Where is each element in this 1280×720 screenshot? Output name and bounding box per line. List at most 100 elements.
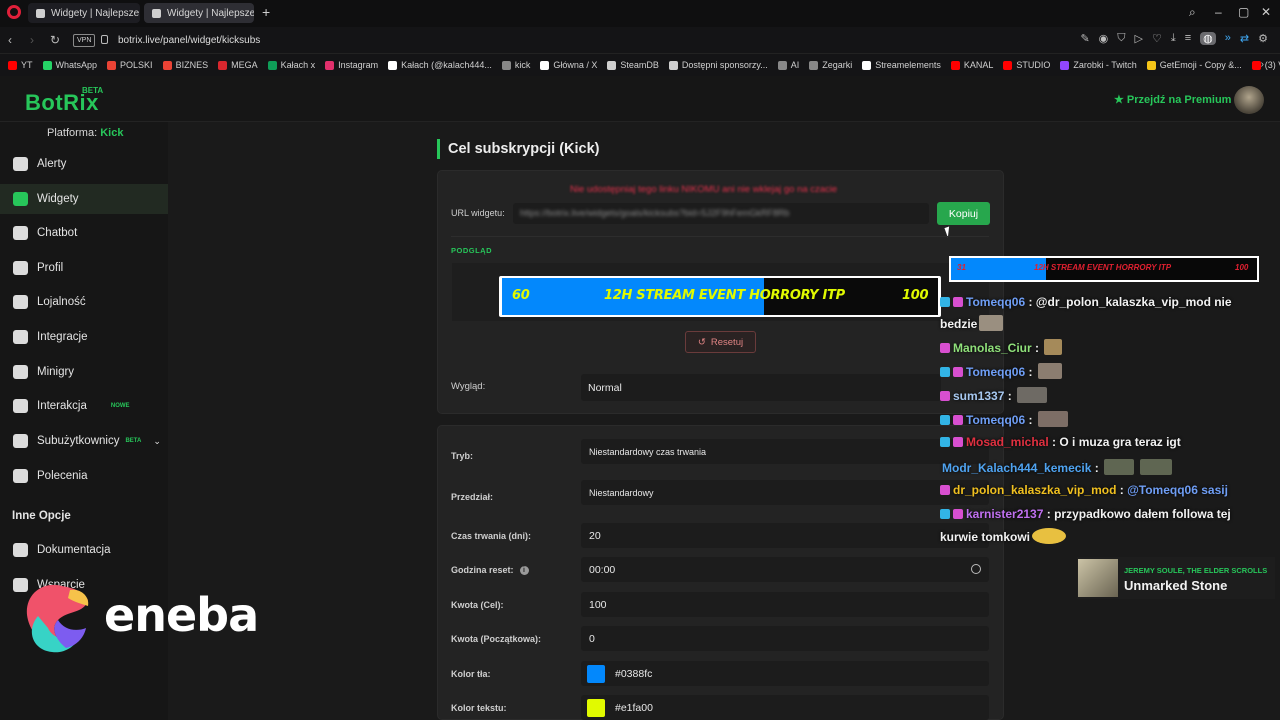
bookmark-icon <box>1003 60 1013 70</box>
platform-label: Platforma: <box>47 127 98 139</box>
premium-label: Przejdź na Premium <box>1126 94 1232 106</box>
range-select[interactable]: Niestandardowy <box>581 480 989 505</box>
bookmark-item[interactable]: STUDIO <box>1003 60 1050 70</box>
play-icon[interactable]: ▷ <box>1135 32 1143 45</box>
vip-badge-icon <box>953 415 963 425</box>
sidebar-item-lojalnosc[interactable]: Lojalność <box>0 287 168 317</box>
minimize-icon[interactable]: – <box>1215 5 1222 19</box>
bookmark-item[interactable]: Kałach (@kalach444... <box>388 60 492 70</box>
look-select[interactable]: Normal <box>581 374 941 401</box>
mode-select[interactable]: Niestandardowy czas trwania <box>581 439 989 464</box>
chat-message: Manolas_Ciur : <box>940 339 1063 355</box>
extension-icon[interactable]: » <box>1225 32 1231 45</box>
bookmark-item[interactable]: Streamelements <box>862 60 941 70</box>
avatar[interactable] <box>1234 86 1264 114</box>
bookmark-icon <box>540 60 550 70</box>
bookmark-item[interactable]: Zegarki <box>809 60 852 70</box>
address-bar: ‹ › ↻ VPN botrix.live/panel/widget/kicks… <box>0 27 1280 54</box>
bookmark-icon <box>388 60 398 70</box>
sub-badge-icon <box>940 509 950 519</box>
sidebar-item-label: Polecenia <box>37 470 88 482</box>
close-icon[interactable]: ✕ <box>1261 5 1271 19</box>
chat-message: dr_polon_kalaszka_vip_mod : @Tomeqq06 sa… <box>940 483 1228 497</box>
bookmark-item[interactable]: YT <box>8 60 33 70</box>
sidebar-item-polecenia[interactable]: Polecenia <box>0 461 168 491</box>
maximize-icon[interactable]: ▢ <box>1238 5 1249 19</box>
vip-badge-icon <box>953 509 963 519</box>
shield-icon[interactable]: ⛉ <box>1117 32 1125 45</box>
bg-color-swatch[interactable] <box>587 665 605 683</box>
download-icon[interactable]: ⤓ <box>1171 32 1176 45</box>
bookmark-item[interactable]: MEGA <box>218 60 258 70</box>
bookmark-item[interactable]: BIZNES <box>162 60 208 70</box>
target-label: Kwota (Cel): <box>451 600 504 610</box>
sidebar-item-label: Chatbot <box>37 227 78 239</box>
bookmark-item[interactable]: SteamDB <box>607 60 659 70</box>
beta-badge: BETA <box>125 438 142 444</box>
info-icon[interactable]: i <box>519 565 529 575</box>
camera-icon[interactable]: ◉ <box>1099 32 1109 45</box>
clock-icon[interactable] <box>971 564 981 574</box>
bookmark-item[interactable]: (3) Vikings, Dont wa... <box>1251 60 1280 70</box>
heart-icon[interactable]: ♡ <box>1152 32 1162 45</box>
lock-icon[interactable] <box>101 35 108 44</box>
sidebar-item-chatbot[interactable]: Chatbot <box>0 218 168 248</box>
sidebar-item-alerty[interactable]: Alerty <box>0 149 168 179</box>
chevron-down-icon[interactable]: ⌄ <box>153 436 161 447</box>
menu-icon[interactable]: ≡ <box>1185 32 1191 45</box>
target-input[interactable]: 100 <box>581 592 989 617</box>
widget-url-field[interactable]: https://botrix.live/widgets/goals/kicksu… <box>513 203 929 224</box>
bookmark-item[interactable]: POLSKI <box>107 60 153 70</box>
new-tab-icon[interactable]: + <box>262 4 270 20</box>
sidebar-item-label: Widgety <box>37 193 79 205</box>
opera-logo-icon[interactable] <box>7 5 21 19</box>
translate-icon[interactable]: ⇄ <box>1240 32 1249 45</box>
sidebar-item-integracje[interactable]: Integracje <box>0 322 168 352</box>
settings-icon[interactable]: ⚙ <box>1258 32 1268 45</box>
back-icon[interactable]: ‹ <box>8 33 12 47</box>
bookmark-item[interactable]: Główna / X <box>540 60 597 70</box>
url-input[interactable]: botrix.live/panel/widget/kicksubs <box>118 35 260 46</box>
sidebar-item-dokumentacja[interactable]: Dokumentacja <box>0 535 168 565</box>
sidebar-item-widgety[interactable]: Widgety <box>0 184 168 214</box>
text-color-input[interactable]: #e1fa00 <box>581 695 989 720</box>
bookmarks-bar: YT WhatsApp POLSKI BIZNES MEGA Kałach x Instag… <box>0 54 1280 76</box>
bookmark-item[interactable]: Zarobki - Twitch <box>1060 60 1137 70</box>
reset-hour-input[interactable]: 00:00 <box>581 557 989 582</box>
more-bookmarks-icon[interactable]: › <box>1261 59 1264 70</box>
bookmark-item[interactable]: GetEmoji - Copy &... <box>1146 60 1242 70</box>
bookmark-item[interactable]: AI <box>777 60 799 70</box>
tab-title: Widgety | Najlepsze oprog <box>51 7 140 19</box>
bookmark-label: Dostępni sponsorzy... <box>681 60 768 70</box>
vip-badge-icon <box>940 391 950 401</box>
other-options-title: Inne Opcje <box>12 510 71 522</box>
bookmark-label: Zarobki - Twitch <box>1073 60 1137 70</box>
edit-icon[interactable]: ✎ <box>1080 32 1089 45</box>
profile-icon[interactable]: ◍ <box>1200 32 1216 45</box>
browser-tab[interactable]: Widgety | Najlepsze oprog <box>28 3 140 23</box>
bookmark-item[interactable]: WhatsApp <box>42 60 97 70</box>
text-color-swatch[interactable] <box>587 699 605 717</box>
chat-text: przypadkowo dałem followa tej <box>1054 507 1231 521</box>
bookmark-item[interactable]: Dostępni sponsorzy... <box>668 60 768 70</box>
reload-icon[interactable]: ↻ <box>50 33 60 47</box>
bookmark-item[interactable]: Kałach x <box>267 60 315 70</box>
sidebar-item-minigry[interactable]: Minigry <box>0 357 168 387</box>
sidebar-item-subuzytkownicy[interactable]: Subużytkownicy BETA ⌄ <box>0 426 168 456</box>
duration-input[interactable]: 20 <box>581 523 989 548</box>
start-input[interactable]: 0 <box>581 626 989 651</box>
vpn-badge[interactable]: VPN <box>73 34 96 47</box>
bookmark-item[interactable]: KANAL <box>950 60 993 70</box>
forward-icon[interactable]: › <box>30 33 34 47</box>
sidebar-item-interakcja[interactable]: Interakcja NOWE <box>0 391 168 421</box>
bookmark-item[interactable]: Instagram <box>325 60 378 70</box>
copy-button[interactable]: Kopiuj <box>937 202 990 225</box>
reset-button[interactable]: ↺ Resetuj <box>685 331 756 353</box>
text-color-label: Kolor tekstu: <box>451 703 507 713</box>
browser-tab-active[interactable]: Widgety | Najlepsze oprog <box>144 3 254 23</box>
premium-link[interactable]: ★ Przejdź na Premium <box>1114 93 1231 106</box>
search-tabs-icon[interactable]: ⌕ <box>1189 5 1196 20</box>
bg-color-input[interactable]: #0388fc <box>581 661 989 686</box>
bookmark-item[interactable]: kick <box>501 60 530 70</box>
sidebar-item-profil[interactable]: Profil <box>0 253 168 283</box>
